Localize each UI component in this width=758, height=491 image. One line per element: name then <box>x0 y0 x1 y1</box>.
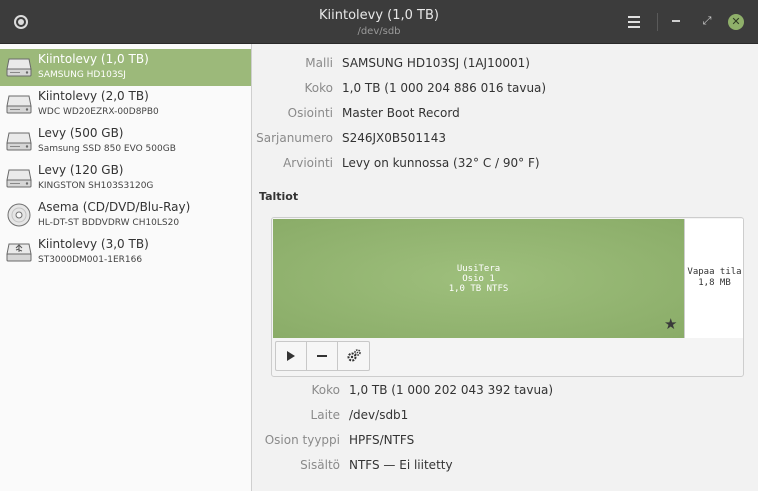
disk-model: KINGSTON SH103S3120G <box>38 181 154 191</box>
serial-value: S246JX0B501143 <box>342 131 446 145</box>
mount-button[interactable] <box>276 342 307 370</box>
size-label: Koko <box>304 81 333 95</box>
star-icon: ★ <box>664 315 678 333</box>
disk-item-3[interactable]: Levy (500 GB) Samsung SSD 850 EVO 500GB <box>0 123 251 160</box>
partition-name: UusiTera <box>456 264 501 274</box>
model-label: Malli <box>305 56 333 70</box>
header-separator <box>657 13 658 31</box>
disk-name: Levy (120 GB) <box>38 163 124 177</box>
delete-partition-button[interactable] <box>307 342 338 370</box>
window-subtitle: /dev/sdb <box>357 26 401 37</box>
partition-settings-button[interactable] <box>338 342 369 370</box>
disk-item-4[interactable]: Levy (120 GB) KINGSTON SH103S3120G <box>0 160 251 197</box>
disk-item-6[interactable]: Kiintolevy (3,0 TB) ST3000DM001-1ER166 <box>0 234 251 271</box>
disk-details-panel: Malli SAMSUNG HD103SJ (1AJ10001) Koko 1,… <box>252 44 758 491</box>
assessment-value: Levy on kunnossa (32° C / 90° F) <box>342 156 540 170</box>
close-button[interactable]: ✕ <box>728 14 744 30</box>
partitioning-value: Master Boot Record <box>342 106 460 120</box>
optical-disc-icon <box>7 203 31 227</box>
free-space-block[interactable]: Vapaa tila 1,8 MB <box>684 219 743 338</box>
harddisk-icon <box>6 132 32 151</box>
disk-name: Asema (CD/DVD/Blu-Ray) <box>38 200 191 214</box>
partition-number: Osio 1 <box>462 274 495 284</box>
disk-item-2[interactable]: Kiintolevy (2,0 TB) WDC WD20EZRX-00D8PB0 <box>0 86 251 123</box>
harddisk-icon <box>6 58 32 77</box>
disk-name: Kiintolevy (1,0 TB) <box>38 52 149 66</box>
minus-icon <box>317 355 327 357</box>
maximize-button[interactable]: ⤢ <box>700 14 714 28</box>
device-label: Laite <box>310 408 340 422</box>
volumes-title: Taltiot <box>259 190 299 203</box>
harddisk-icon <box>6 95 32 114</box>
disk-model: SAMSUNG HD103SJ <box>38 70 126 80</box>
disk-item-5[interactable]: Asema (CD/DVD/Blu-Ray) HL-DT-ST BDDVDRW … <box>0 197 251 234</box>
free-space-label: Vapaa tila <box>687 267 742 277</box>
window-title: Kiintolevy (1,0 TB) <box>319 8 439 23</box>
usb-drive-icon <box>6 243 32 262</box>
partition-type-value: HPFS/NTFS <box>349 433 415 447</box>
disk-model: WDC WD20EZRX-00D8PB0 <box>38 107 159 117</box>
volume-toolbar <box>275 341 370 371</box>
disk-item-1[interactable]: Kiintolevy (1,0 TB) SAMSUNG HD103SJ <box>0 49 251 86</box>
disk-sidebar: Kiintolevy (1,0 TB) SAMSUNG HD103SJ Kiin… <box>0 44 252 491</box>
contents-value: NTFS — Ei liitetty <box>349 458 453 472</box>
assessment-label: Arviointi <box>283 156 333 170</box>
partition-desc: 1,0 TB NTFS <box>448 284 509 294</box>
disk-name: Kiintolevy (3,0 TB) <box>38 237 149 251</box>
minimize-button[interactable] <box>672 20 680 22</box>
hamburger-menu-icon[interactable] <box>628 16 640 28</box>
model-value: SAMSUNG HD103SJ (1AJ10001) <box>342 56 530 70</box>
partition-size-value: 1,0 TB (1 000 202 043 392 tavua) <box>349 383 554 397</box>
contents-label: Sisältö <box>300 458 340 472</box>
partitioning-label: Osiointi <box>287 106 333 120</box>
partition-size-label: Koko <box>311 383 340 397</box>
free-space-size: 1,8 MB <box>698 278 731 288</box>
partition-type-label: Osion tyyppi <box>264 433 340 447</box>
volumes-map: UusiTera Osio 1 1,0 TB NTFS ★ Vapaa tila… <box>271 217 744 377</box>
device-value: /dev/sdb1 <box>349 408 409 422</box>
header-bar: Kiintolevy (1,0 TB) /dev/sdb ⤢ ✕ <box>0 0 758 44</box>
disk-name: Kiintolevy (2,0 TB) <box>38 89 149 103</box>
harddisk-icon <box>6 169 32 188</box>
disk-model: ST3000DM001-1ER166 <box>38 255 143 265</box>
disk-name: Levy (500 GB) <box>38 126 124 140</box>
partition-block[interactable]: UusiTera Osio 1 1,0 TB NTFS ★ <box>273 219 684 338</box>
disk-model: HL-DT-ST BDDVDRW CH10LS20 <box>38 218 180 228</box>
disk-model: Samsung SSD 850 EVO 500GB <box>38 144 176 154</box>
size-value: 1,0 TB (1 000 204 886 016 tavua) <box>342 81 547 95</box>
play-icon <box>287 351 295 361</box>
gears-icon <box>347 349 361 362</box>
serial-label: Sarjanumero <box>256 131 333 145</box>
